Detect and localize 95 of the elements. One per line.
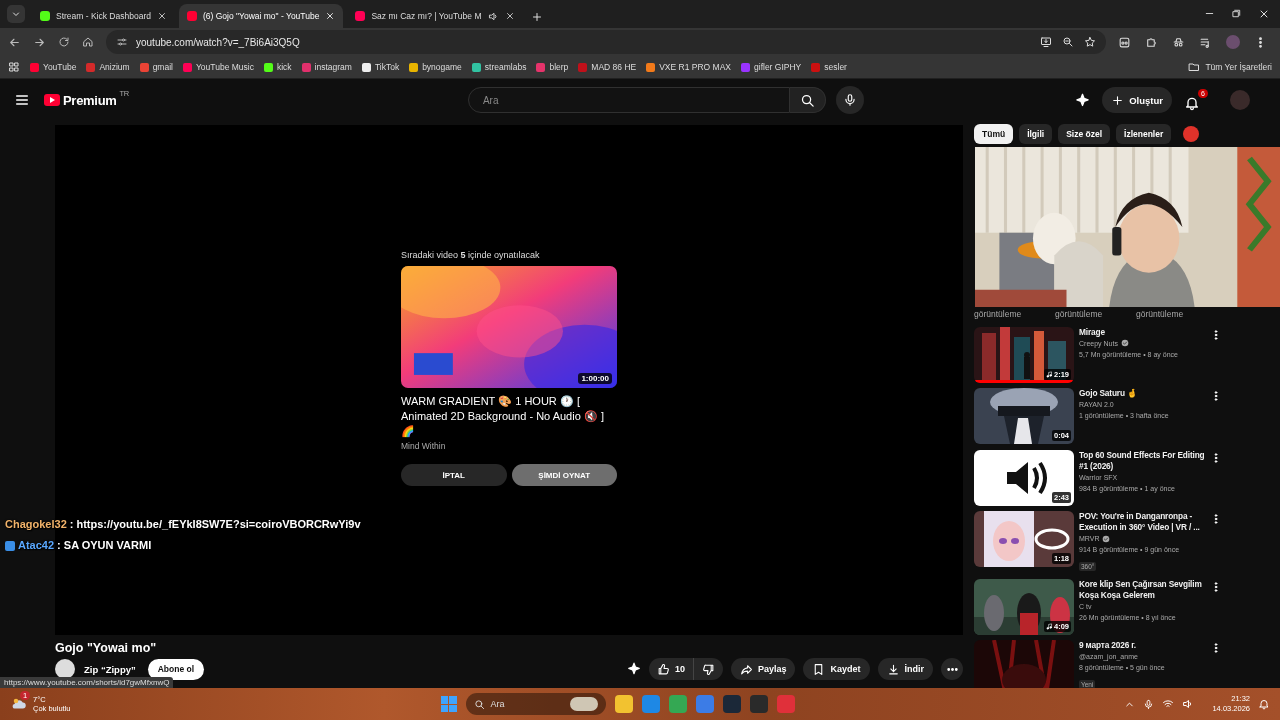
channel-avatar[interactable]: [55, 659, 75, 679]
thumbs-up-icon: [656, 662, 670, 676]
video-title[interactable]: POV: You're in Danganronpa - Execution in 360° Video | VR / ...: [1079, 511, 1207, 533]
wifi-icon[interactable]: [1162, 698, 1175, 710]
filter-chip[interactable]: Tümü: [974, 124, 1014, 144]
bookmark[interactable]: gifler GIPHY: [741, 62, 802, 72]
apps-icon[interactable]: [8, 61, 20, 73]
search-field[interactable]: Ara: [465, 693, 606, 715]
play-now-button[interactable]: ŞİMDİ OYNAT: [511, 464, 617, 486]
bell-icon: [1184, 95, 1200, 111]
search-field[interactable]: Ara: [467, 87, 790, 113]
bookmark[interactable]: kick: [263, 62, 292, 72]
video-title: Gojo "Yowai mo": [55, 641, 158, 656]
view-count: görüntüleme: [1136, 309, 1185, 321]
star-icon[interactable]: [1084, 36, 1096, 48]
bookmark[interactable]: MAD 86 HE: [578, 62, 637, 72]
taskbar-app-icon[interactable]: [614, 695, 633, 713]
chat-message: : https://youtu.be/_fEYkI8SW7E?si=coiroVBORCRwYi9v: [69, 517, 361, 532]
next-video-title[interactable]: WARM GRADIENT 🎨 1 HOUR 🕐 [ Animated 2D Background - No Audio 🔇 ] 🌈: [401, 394, 617, 439]
url-tooltip: https://www.youtube.com/shorts/id7gwMfxnwQ: [0, 677, 174, 688]
video-title[interactable]: Kore klip Sen Çağırsan Sevgilim Koşa Koşa Gelerem: [1079, 578, 1207, 601]
filter-chip[interactable]: İzlenenler: [1116, 124, 1172, 144]
bookmark[interactable]: YouTube Music: [182, 62, 254, 72]
share-icon: [739, 662, 753, 676]
sparkle-icon[interactable]: [626, 662, 641, 676]
bookmark[interactable]: streamlabs: [471, 62, 527, 72]
video-title[interactable]: Mirage: [1079, 326, 1207, 338]
logo-icon: [1183, 126, 1200, 142]
video-title[interactable]: 9 марта 2026 г.: [1079, 640, 1207, 651]
install-icon[interactable]: [1040, 36, 1052, 48]
bookmark[interactable]: VXE R1 PRO MAX: [646, 62, 731, 72]
channel-name[interactable]: Zip “Zippy”: [84, 663, 136, 675]
download-icon: [886, 662, 900, 676]
bookmark[interactable]: sesler: [811, 62, 847, 72]
puzzle-icon[interactable]: [1145, 35, 1158, 49]
create-button[interactable]: Oluştur: [1102, 87, 1172, 113]
search-icon: [799, 92, 815, 108]
home-icon[interactable]: [82, 36, 94, 48]
plus-icon: [1111, 93, 1125, 107]
download-button[interactable]: İndir: [877, 658, 933, 680]
close-icon[interactable]: [325, 11, 336, 21]
bookmark[interactable]: YouTube: [30, 62, 77, 72]
bookmark[interactable]: bynogame: [409, 62, 462, 72]
chat-username: Chagokel32: [5, 517, 67, 532]
mic-icon[interactable]: [1143, 698, 1155, 710]
save-button[interactable]: Kaydet: [803, 658, 870, 680]
browser-tab[interactable]: Saz mı Caz mı? | YouTube M: [347, 4, 523, 28]
address-bar[interactable]: youtube.com/watch?v=_7Bi6Ai3Q5Q: [106, 30, 1106, 54]
close-icon[interactable]: [1258, 8, 1270, 20]
restore-icon[interactable]: [1231, 8, 1242, 19]
more-button[interactable]: [941, 658, 963, 680]
reload-icon[interactable]: [58, 36, 70, 48]
video-title[interactable]: Gojo Saturu 🤞: [1079, 388, 1207, 399]
cancel-button[interactable]: İPTAL: [401, 464, 507, 486]
chat-message: : SA OYUN VARMI: [57, 538, 152, 553]
share-button[interactable]: Paylaş: [730, 658, 796, 680]
chat-username: Atac42: [18, 538, 55, 553]
view-count: görüntüleme: [974, 309, 1023, 321]
duration-badge: 1:00:00: [578, 373, 612, 384]
search-icon: [473, 698, 485, 710]
bookmark[interactable]: Anizium: [86, 62, 130, 72]
menu-icon[interactable]: [14, 92, 30, 108]
browser-tab[interactable]: (6) Gojo "Yowai mo" - YouTube: [178, 4, 344, 28]
filter-chip[interactable]: İlgili: [1019, 124, 1053, 144]
bookmark[interactable]: TikTok: [361, 62, 400, 72]
voice-search-button[interactable]: [835, 86, 864, 114]
mic-icon: [842, 93, 857, 107]
start-button[interactable]: [440, 696, 457, 712]
badge-icon: [5, 540, 15, 551]
tune-icon[interactable]: [116, 36, 128, 48]
hat-icon[interactable]: [1172, 35, 1185, 49]
channel-name[interactable]: Mind Within: [401, 441, 617, 451]
new-tab-icon[interactable]: [530, 11, 543, 23]
url-text: youtube.com/watch?v=_7Bi6Ai3Q5Q: [136, 36, 301, 48]
zoom-icon[interactable]: [1062, 36, 1074, 48]
close-icon[interactable]: [156, 11, 167, 21]
bell-icon[interactable]: [1258, 698, 1270, 710]
browser-tab[interactable]: Stream - Kick Dashboard: [32, 4, 175, 28]
subscribe-button[interactable]: Abone ol: [147, 658, 205, 680]
all-bookmarks[interactable]: Tüm Yer İşaretleri: [1188, 61, 1272, 73]
thumbs-down-icon: [701, 662, 715, 676]
search-button[interactable]: [789, 87, 826, 113]
close-icon[interactable]: [504, 11, 515, 21]
folder-icon: [1188, 61, 1201, 73]
app-icon[interactable]: [1118, 35, 1131, 49]
sparkle-icon[interactable]: [1075, 92, 1091, 108]
view-count: görüntüleme: [1055, 309, 1104, 321]
bookmark[interactable]: blerp: [536, 62, 569, 72]
speaker-icon[interactable]: [487, 10, 499, 22]
filter-chip[interactable]: Size özel: [1058, 124, 1111, 144]
bookmark[interactable]: instagram: [301, 62, 352, 72]
video-title[interactable]: Top 60 Sound Effects For Editing #1 (2026): [1079, 449, 1207, 472]
tab-search-button[interactable]: [7, 5, 25, 23]
bookmark[interactable]: gmail: [139, 62, 173, 72]
up-next-text: Sıradaki video 5 içinde oynatılacak: [401, 250, 541, 260]
